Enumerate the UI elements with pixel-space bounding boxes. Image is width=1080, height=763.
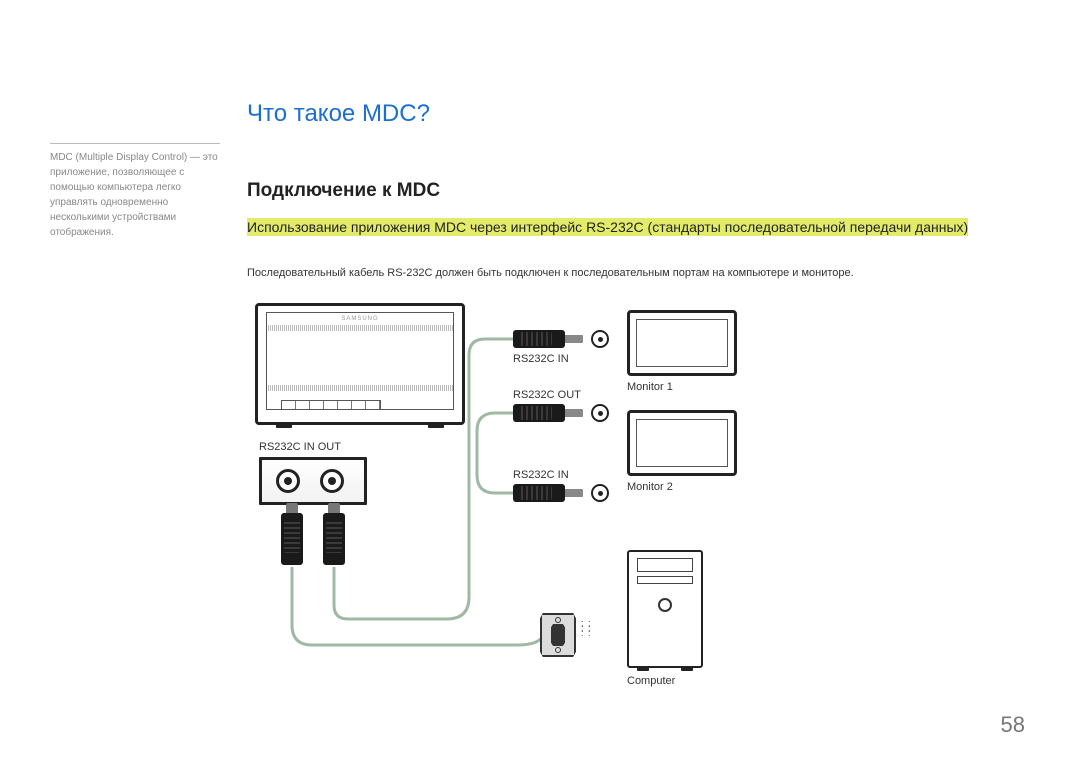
vent-stripe [267,325,453,331]
vent-stripe [267,385,453,391]
power-button-icon [658,598,672,612]
rs232c-out-label: RS232C OUT [513,389,581,401]
display-back-panel: SAMSUNG [255,303,465,425]
connection-diagram: SAMSUNG RS232C IN OUT RS232C IN [247,295,767,695]
port-box-label: RS232C IN OUT [259,441,341,453]
body-paragraph: Последовательный кабель RS-232C должен б… [247,267,854,279]
computer-label: Computer [627,675,675,687]
monitor-2 [627,410,737,476]
computer-tower [627,550,703,668]
brand-label: SAMSUNG [341,316,378,322]
cable-plug-in [281,513,303,565]
monitor-1-label: Monitor 1 [627,381,673,393]
panel-foot [276,423,292,428]
monitor-2-label: Monitor 2 [627,481,673,493]
serial-db9-connector: : :: :: : [540,613,576,663]
highlight-text: Использование приложения MDC через интер… [247,218,968,236]
rs232c-port-box [259,457,367,505]
rs232c-in-label-top: RS232C IN [513,353,569,365]
rs232c-in-label-bottom: RS232C IN [513,469,569,481]
rear-port-row [281,400,381,410]
highlighted-heading: Использование приложения MDC через интер… [247,217,968,238]
section-subtitle: Подключение к MDC [247,180,440,202]
page-title: Что такое MDC? [247,100,430,128]
sidebar-note: MDC (Multiple Display Control) — это при… [50,143,220,240]
cable-plug-out [323,513,345,565]
panel-inner: SAMSUNG [266,312,454,410]
document-page: MDC (Multiple Display Control) — это при… [0,0,1080,763]
rs232c-in-jack [276,469,300,493]
page-number: 58 [1001,712,1025,738]
panel-foot [428,423,444,428]
monitor-1 [627,310,737,376]
rs232c-out-jack [320,469,344,493]
